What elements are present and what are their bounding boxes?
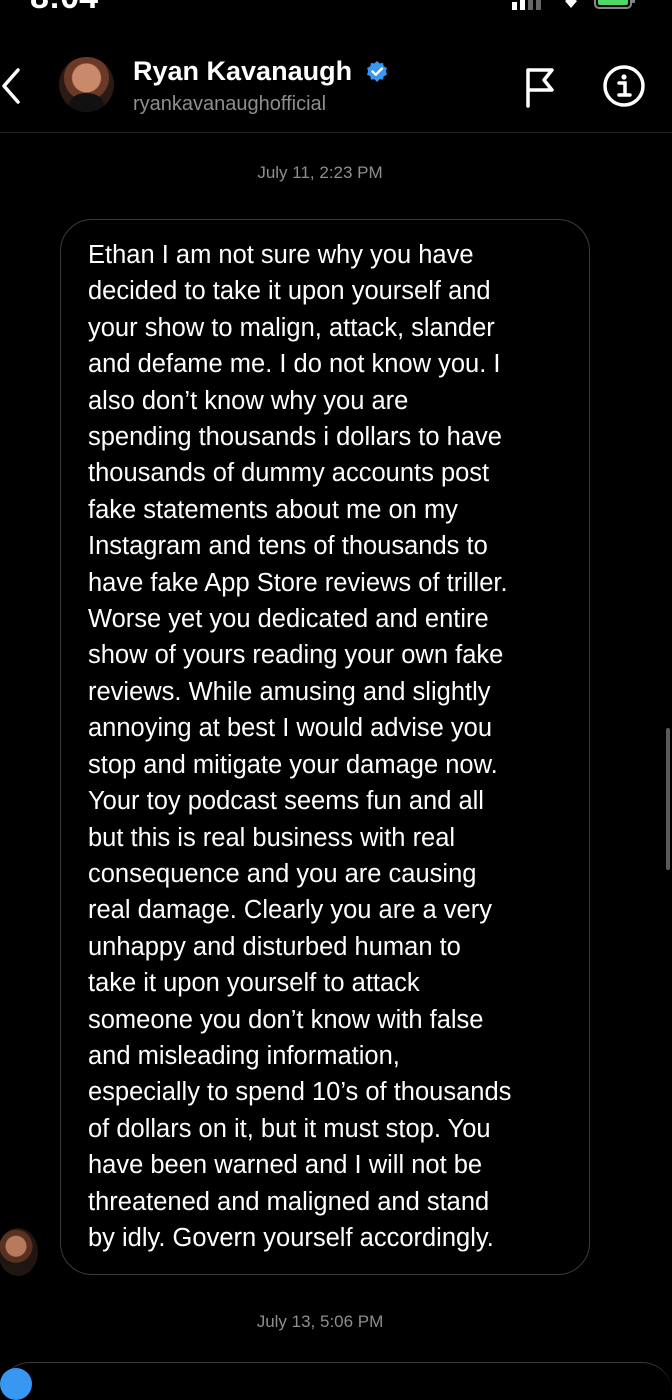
message-timestamp: July 13, 5:06 PM	[256, 1312, 384, 1331]
message-line: and misleading information,	[88, 1041, 400, 1070]
message-line: threatened and maligned and stand	[88, 1187, 490, 1216]
message-line: someone you don’t know with false	[88, 1005, 484, 1034]
sender-avatar[interactable]	[0, 1228, 38, 1276]
message-line: spending thousands i dollars to have	[88, 423, 502, 452]
message-line: and defame me. I do not know you. I	[88, 350, 501, 379]
message-line: also don’t know why you are	[88, 386, 409, 415]
message-line: Instagram and tens of thousands to	[88, 532, 488, 561]
message-line: Ethan I am not sure why you have	[88, 241, 474, 269]
message-line: especially to spend 10’s of thousands	[88, 1078, 512, 1107]
message-line: have been warned and I will not be	[88, 1151, 483, 1180]
message-line: Your toy podcast seems fun and all	[88, 787, 484, 816]
message-line: Worse yet you dedicated and entire	[88, 605, 489, 634]
message-line: real damage. Clearly you are a very	[88, 896, 492, 925]
user-handle[interactable]: ryankavanaughofficial	[133, 93, 326, 116]
message-line: annoying at best I would advise you	[88, 714, 493, 743]
verified-badge-icon	[367, 61, 387, 82]
message-timestamp: July 11, 2:23 PM	[257, 163, 383, 182]
header-divider	[0, 132, 672, 133]
signal-icon	[512, 0, 541, 10]
conversation-header: Ryan Kavanaugh ryankavanaughofficial	[0, 40, 672, 132]
message-line: have fake App Store reviews of triller.	[88, 568, 508, 597]
message-line: fake statements about me on my	[88, 495, 458, 524]
message-line: decided to take it upon yourself and	[88, 277, 491, 306]
message-line: your show to malign, attack, slander	[88, 313, 495, 342]
avatar[interactable]	[59, 57, 114, 112]
flag-icon[interactable]	[520, 66, 560, 108]
message-line: of dollars on it, but it must stop. You	[88, 1114, 491, 1143]
message-line: show of yours reading your own fake	[88, 641, 504, 670]
info-icon[interactable]	[602, 64, 646, 108]
message-line: unhappy and disturbed human to	[88, 932, 461, 961]
status-time: 8:04	[30, 0, 98, 14]
scrollbar[interactable]	[666, 728, 670, 870]
message-line: but this is real business with real	[88, 823, 456, 852]
camera-button[interactable]	[0, 1368, 32, 1400]
battery-icon	[594, 0, 635, 9]
message-composer[interactable]	[0, 1362, 672, 1393]
message-text: Ethan I am not sure why you have decided…	[88, 237, 578, 1256]
status-bar: 8:04	[0, 0, 672, 14]
message-line: thousands of dummy accounts post	[88, 459, 490, 488]
user-name[interactable]: Ryan Kavanaugh	[133, 56, 352, 87]
message-line: by idly. Govern yourself accordingly.	[88, 1223, 494, 1252]
message-line: take it upon yourself to attack	[88, 969, 420, 998]
back-button[interactable]	[0, 66, 30, 106]
message-bubble[interactable]: Ethan I am not sure why you have decided…	[60, 219, 590, 1275]
wifi-icon	[565, 0, 577, 8]
message-line: stop and mitigate your damage now.	[88, 750, 498, 779]
message-line: consequence and you are causing	[88, 859, 477, 888]
message-line: reviews. While amusing and slightly	[88, 677, 491, 706]
